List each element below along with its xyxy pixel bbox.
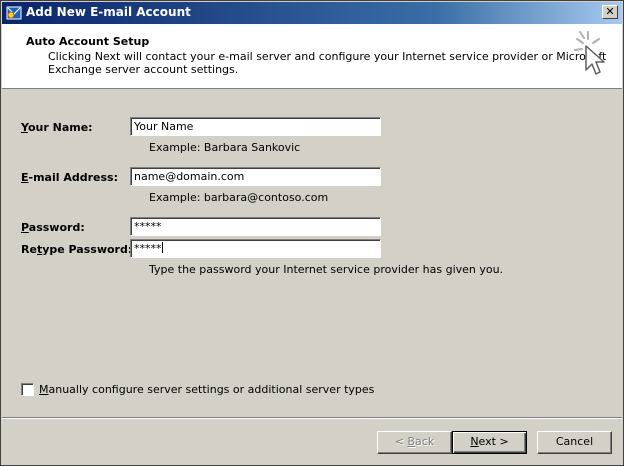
window-title: Add New E-mail Account	[26, 5, 191, 19]
retype-password-label: Retype Password:	[21, 243, 133, 256]
title-bar[interactable]: Add New E-mail Account ✕	[2, 2, 622, 24]
header-title: Auto Account Setup	[26, 35, 150, 48]
footer-separator	[2, 417, 622, 419]
email-address-example: Example: barbara@contoso.com	[149, 191, 329, 204]
close-icon: ✕	[605, 5, 615, 18]
back-button[interactable]: < Back	[377, 431, 452, 454]
next-button[interactable]: Next >	[452, 431, 527, 454]
header-panel: Auto Account Setup Clicking Next will co…	[2, 24, 622, 89]
password-hint: Type the password your Internet service …	[149, 263, 504, 276]
retype-password-value: *****	[134, 242, 162, 255]
header-description: Clicking Next will contact your e-mail s…	[48, 50, 607, 76]
manual-config-label[interactable]: Manually configure server settings or ad…	[39, 383, 374, 396]
your-name-input[interactable]: Your Name	[130, 117, 381, 136]
password-label: Password:	[21, 221, 85, 234]
header-description-line-2: Exchange server account settings.	[48, 63, 239, 76]
email-address-label: E-mail Address:	[21, 171, 118, 184]
text-caret	[161, 242, 163, 253]
retype-password-input[interactable]: *****	[130, 239, 381, 258]
cursor-sparkle-icon	[574, 31, 605, 75]
your-name-example: Example: Barbara Sankovic	[149, 141, 301, 154]
header-description-line-1: Clicking Next will contact your e-mail s…	[48, 50, 607, 63]
your-name-label: Your Name:	[21, 121, 93, 134]
password-input[interactable]: *****	[130, 217, 381, 236]
cancel-button[interactable]: Cancel	[537, 431, 612, 454]
email-address-input[interactable]: name@domain.com	[130, 167, 381, 186]
close-button[interactable]: ✕	[602, 5, 618, 19]
add-email-account-dialog: Add New E-mail Account ✕ Auto Account Se…	[0, 0, 624, 466]
manual-config-checkbox[interactable]	[21, 383, 34, 396]
outlook-mail-icon	[6, 6, 22, 20]
